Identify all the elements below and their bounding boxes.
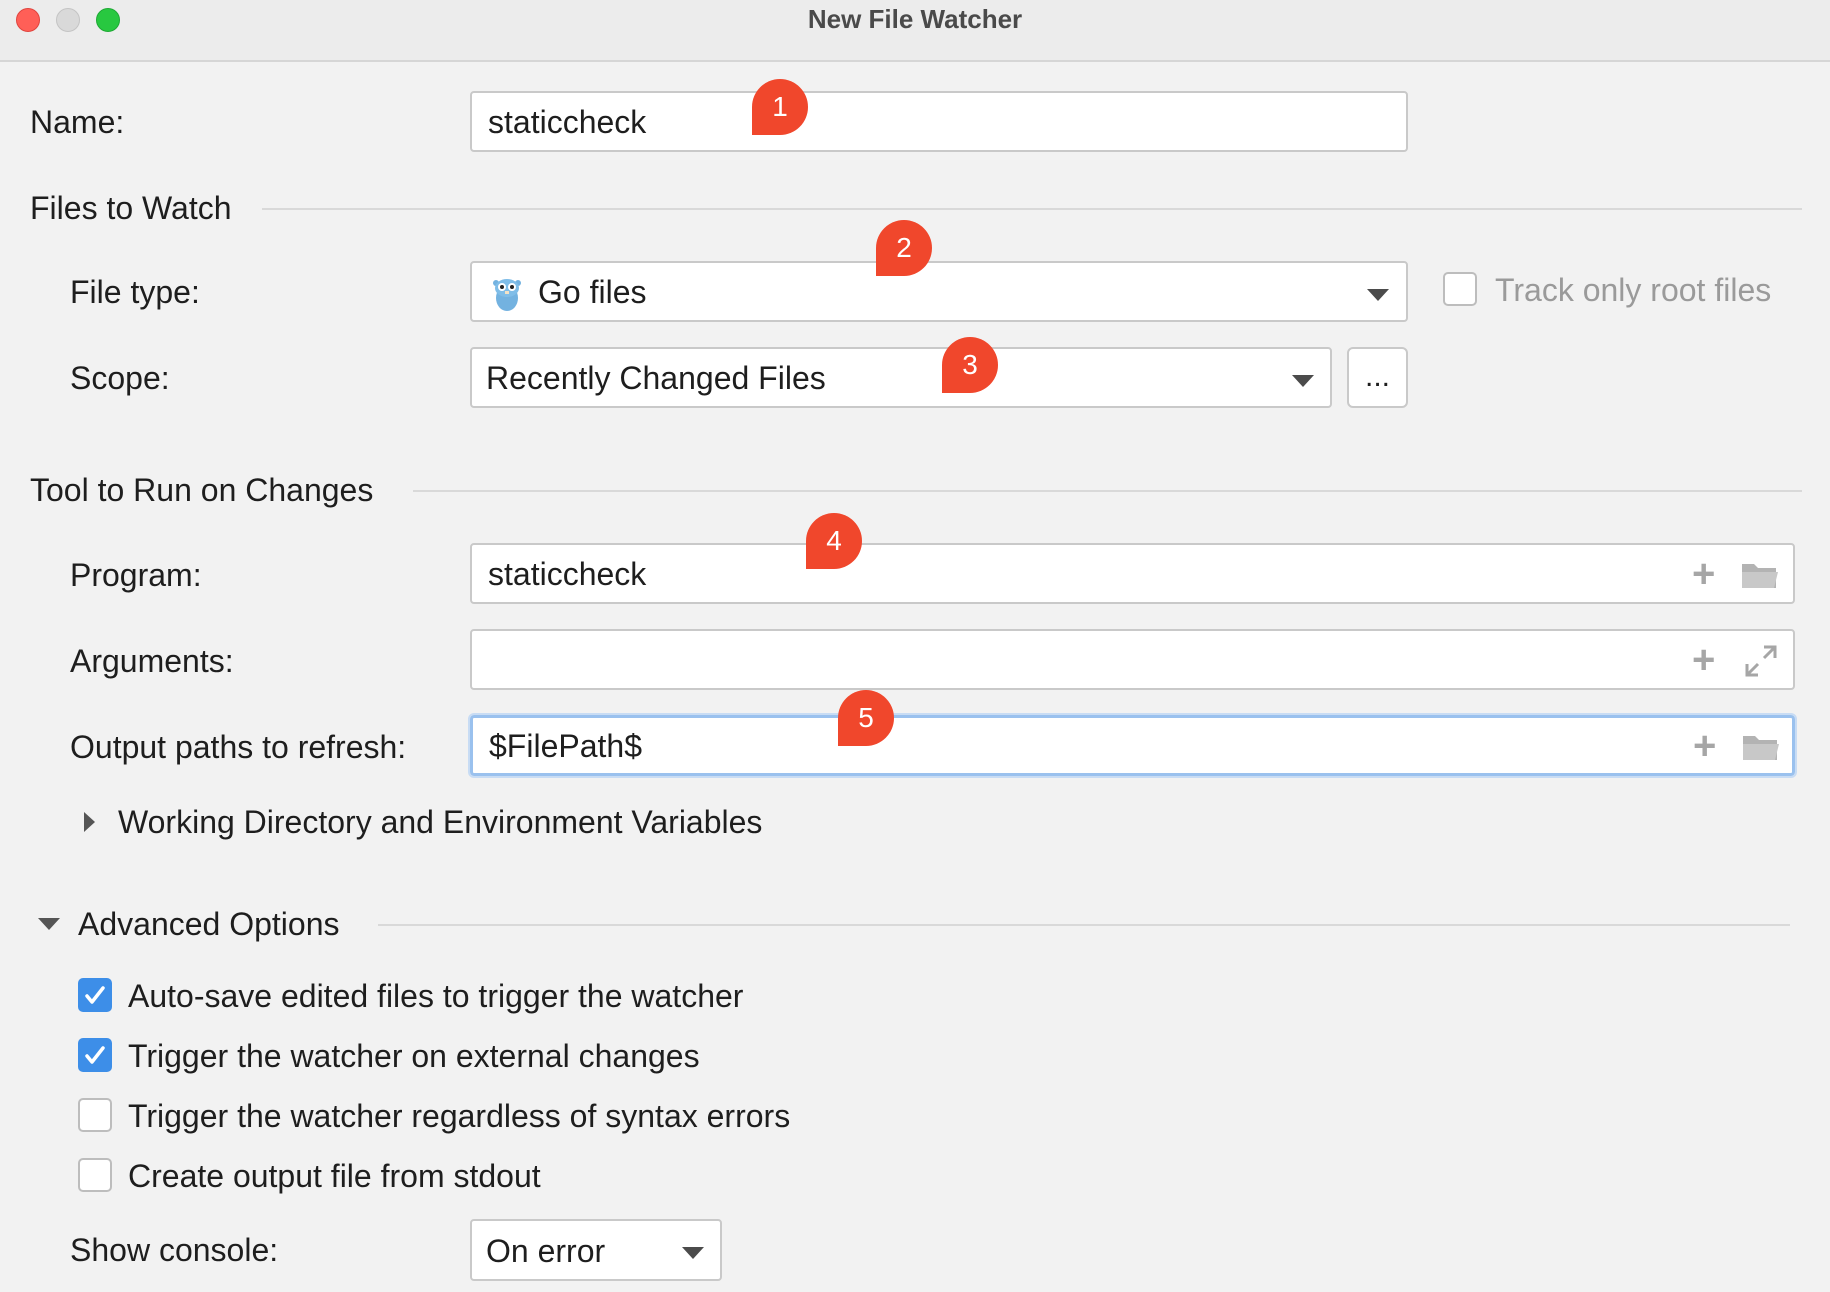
show-console-value: On error (486, 1233, 606, 1269)
chevron-down-icon (1292, 375, 1314, 387)
auto-save-checkbox[interactable] (78, 978, 112, 1012)
folder-icon[interactable] (1740, 560, 1780, 590)
auto-save-label: Auto-save edited files to trigger the wa… (128, 978, 744, 1014)
files-to-watch-separator (262, 208, 1802, 210)
chevron-down-icon[interactable] (38, 918, 60, 930)
insert-macro-icon[interactable]: + (1692, 640, 1715, 680)
name-input[interactable]: staticcheck (470, 91, 1408, 152)
chevron-down-icon (682, 1247, 704, 1259)
scope-browse-label: ... (1364, 360, 1390, 393)
scope-dropdown[interactable]: Recently Changed Files (470, 347, 1332, 408)
window-title: New File Watcher (807, 4, 1023, 34)
name-label: Name: (30, 104, 125, 140)
external-changes-checkbox[interactable] (78, 1038, 112, 1072)
track-only-root-checkbox[interactable] (1443, 272, 1477, 306)
track-only-root-label: Track only root files (1495, 272, 1772, 308)
chevron-down-icon (1367, 289, 1389, 301)
callout-badge-4: 4 (806, 513, 862, 569)
callout-badge-3: 3 (942, 337, 998, 393)
stdout-output-label: Create output file from stdout (128, 1158, 541, 1194)
scope-value: Recently Changed Files (486, 360, 826, 396)
checkmark-icon (85, 986, 105, 1004)
advanced-options-separator (378, 924, 1790, 926)
title-bar: New File Watcher (0, 0, 1830, 62)
syntax-errors-checkbox[interactable] (78, 1098, 112, 1132)
arguments-input[interactable]: + (470, 629, 1795, 690)
scope-browse-button[interactable]: ... (1347, 347, 1408, 408)
file-type-label: File type: (70, 274, 200, 310)
file-type-value: Go files (538, 274, 647, 310)
file-type-dropdown[interactable]: Go files (470, 261, 1408, 322)
advanced-options-heading[interactable]: Advanced Options (78, 904, 340, 944)
program-label: Program: (70, 557, 202, 593)
insert-macro-icon[interactable]: + (1692, 554, 1715, 594)
show-console-dropdown[interactable]: On error (470, 1219, 722, 1281)
checkmark-icon (85, 1046, 105, 1064)
syntax-errors-label: Trigger the watcher regardless of syntax… (128, 1098, 791, 1134)
go-gopher-icon (493, 279, 521, 311)
show-console-label: Show console: (70, 1232, 279, 1268)
expand-icon[interactable] (1744, 644, 1778, 678)
callout-badge-1: 1 (752, 79, 808, 135)
program-input[interactable]: staticcheck + (470, 543, 1795, 604)
callout-badge-5: 5 (838, 690, 894, 746)
program-value: staticcheck (488, 556, 647, 592)
output-paths-input[interactable]: $FilePath$ + (468, 713, 1797, 778)
name-input-value: staticcheck (488, 104, 647, 140)
files-to-watch-heading: Files to Watch (30, 190, 232, 226)
insert-macro-icon[interactable]: + (1693, 726, 1716, 766)
external-changes-label: Trigger the watcher on external changes (128, 1038, 700, 1074)
scope-label: Scope: (70, 360, 170, 396)
tool-section-heading: Tool to Run on Changes (30, 472, 374, 508)
tool-section-separator (413, 490, 1802, 492)
arguments-label: Arguments: (70, 643, 234, 679)
chevron-right-icon[interactable] (84, 812, 95, 832)
stdout-output-checkbox[interactable] (78, 1158, 112, 1192)
working-directory-toggle[interactable]: Working Directory and Environment Variab… (118, 802, 762, 842)
callout-badge-2: 2 (876, 220, 932, 276)
output-paths-value: $FilePath$ (489, 728, 642, 764)
folder-icon[interactable] (1741, 732, 1781, 762)
output-paths-label: Output paths to refresh: (70, 729, 407, 765)
